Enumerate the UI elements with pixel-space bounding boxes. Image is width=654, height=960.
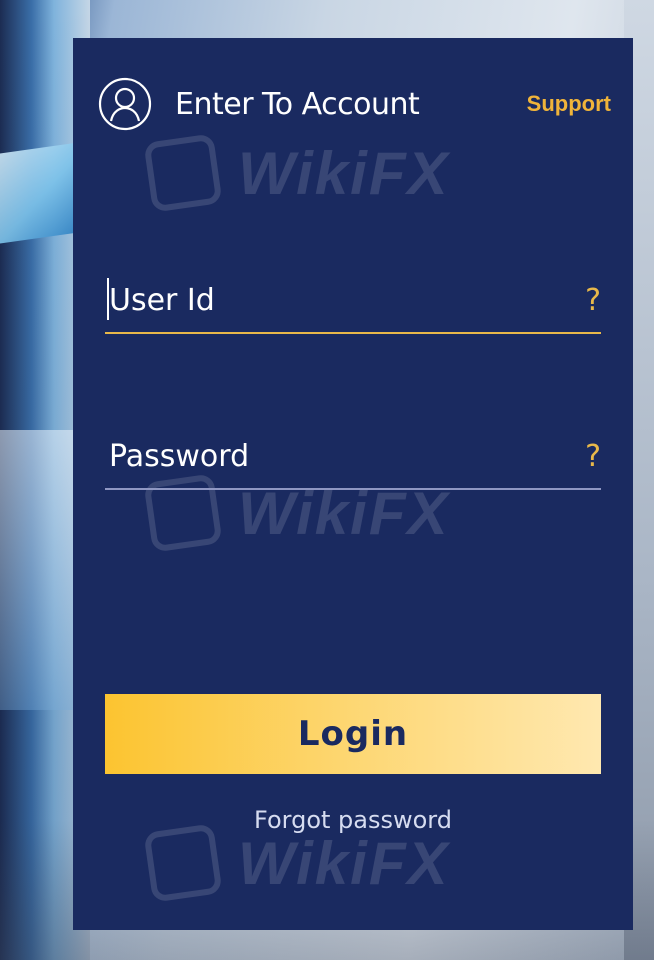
background-screen [0, 142, 80, 248]
login-button[interactable]: Login [105, 694, 601, 774]
login-panel: WikiFX WikiFX WikiFX Enter To Account Su… [73, 38, 633, 930]
watermark-text: WikiFX [238, 829, 450, 897]
watermark-logo-icon [143, 133, 223, 213]
panel-header: Enter To Account Support [98, 76, 611, 132]
page-title: Enter To Account [175, 86, 420, 122]
support-link[interactable]: Support [527, 91, 611, 117]
user-id-help-icon[interactable]: ? [585, 283, 601, 318]
password-placeholder: Password [109, 439, 250, 474]
forgot-password-link[interactable]: Forgot password [73, 806, 633, 834]
password-help-icon[interactable]: ? [585, 439, 601, 474]
user-icon [98, 77, 152, 131]
password-field[interactable]: Password ? [105, 420, 601, 490]
user-id-placeholder: User Id [109, 283, 215, 318]
watermark: WikiFX [143, 133, 450, 213]
user-id-field[interactable]: User Id ? [105, 264, 601, 334]
watermark-text: WikiFX [238, 139, 450, 207]
watermark-logo-icon [143, 823, 223, 903]
watermark: WikiFX [143, 823, 450, 903]
background-screen [0, 430, 80, 710]
